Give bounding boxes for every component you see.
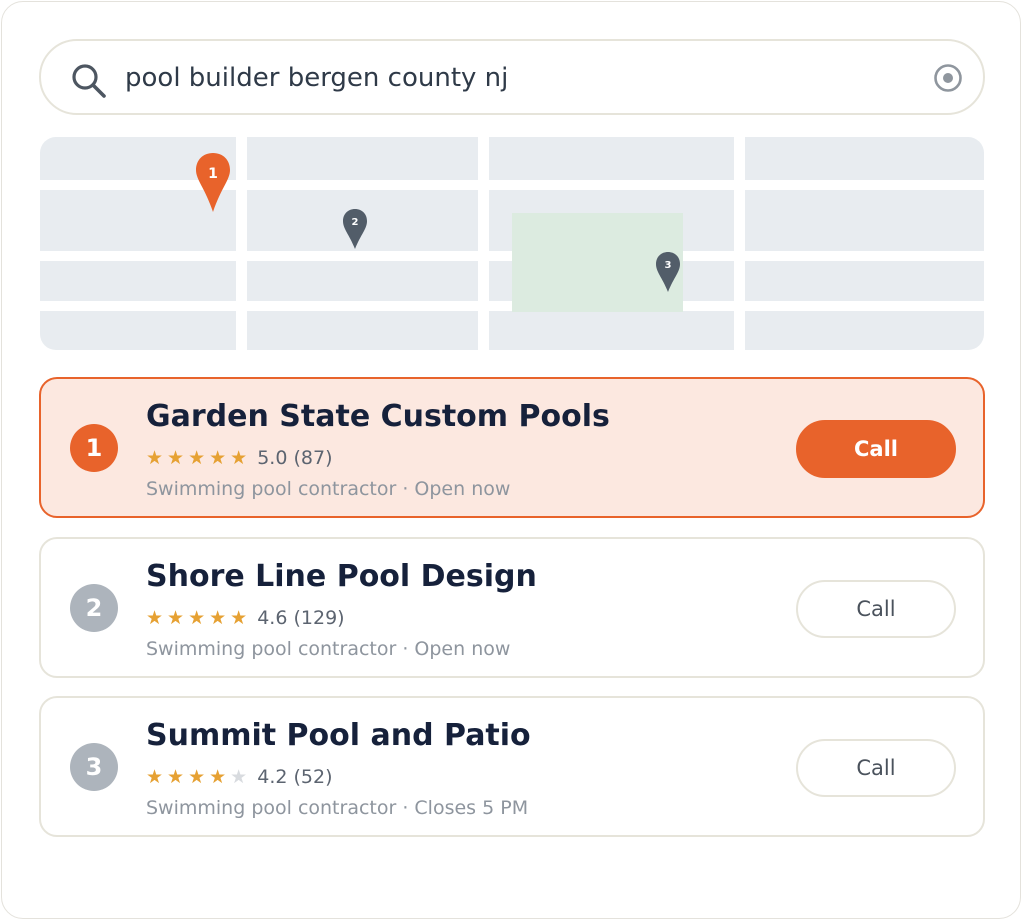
business-meta: Swimming pool contractor · Open now bbox=[146, 478, 511, 500]
locate-icon[interactable] bbox=[931, 61, 965, 95]
map-pin-label: 3 bbox=[665, 260, 672, 271]
star-rating: ★★★★★ bbox=[146, 766, 252, 788]
search-bar[interactable]: pool builder bergen county nj bbox=[39, 39, 985, 115]
star-rating: ★★★★★ bbox=[146, 447, 252, 469]
rank-badge: 1 bbox=[70, 424, 118, 472]
map-pin-label: 2 bbox=[352, 217, 359, 228]
business-name[interactable]: Summit Pool and Patio bbox=[146, 718, 531, 754]
map-view[interactable]: 1 2 3 bbox=[40, 137, 984, 350]
result-card-2[interactable]: 2 Shore Line Pool Design ★★★★★ 4.6 (129)… bbox=[39, 537, 985, 678]
rank-badge: 2 bbox=[70, 584, 118, 632]
rank-badge: 3 bbox=[70, 743, 118, 791]
rating-row: ★★★★★ 4.2 (52) bbox=[146, 764, 333, 790]
business-name[interactable]: Garden State Custom Pools bbox=[146, 399, 610, 435]
rating-row: ★★★★★ 4.6 (129) bbox=[146, 605, 345, 631]
map-pin-label: 1 bbox=[208, 166, 218, 182]
rating-text: 5.0 (87) bbox=[257, 447, 333, 469]
map-canvas[interactable]: 1 2 3 bbox=[40, 137, 984, 350]
business-meta: Swimming pool contractor · Closes 5 PM bbox=[146, 797, 529, 819]
star-rating: ★★★★★ bbox=[146, 607, 252, 629]
rating-row: ★★★★★ 5.0 (87) bbox=[146, 445, 332, 471]
rating-text: 4.2 (52) bbox=[257, 766, 333, 788]
call-button[interactable]: Call bbox=[796, 739, 956, 797]
rating-text: 4.6 (129) bbox=[257, 607, 345, 629]
result-card-3[interactable]: 3 Summit Pool and Patio ★★★★★ 4.2 (52) S… bbox=[39, 696, 985, 837]
business-name[interactable]: Shore Line Pool Design bbox=[146, 559, 537, 595]
call-button[interactable]: Call bbox=[796, 580, 956, 638]
result-card-1[interactable]: 1 Garden State Custom Pools ★★★★★ 5.0 (8… bbox=[39, 377, 985, 518]
search-input[interactable]: pool builder bergen county nj bbox=[125, 61, 508, 95]
call-button[interactable]: Call bbox=[796, 420, 956, 478]
search-icon[interactable] bbox=[69, 61, 109, 101]
business-meta: Swimming pool contractor · Open now bbox=[146, 638, 511, 660]
